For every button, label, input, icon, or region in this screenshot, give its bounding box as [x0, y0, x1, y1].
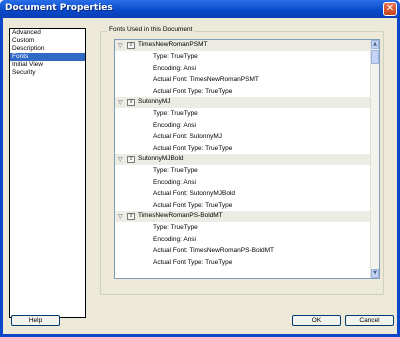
truetype-font-icon: T: [127, 99, 135, 106]
ok-button[interactable]: OK: [292, 315, 341, 326]
title-bar[interactable]: Document Properties ✕: [0, 0, 400, 18]
font-node[interactable]: ▽ T TimesNewRomanPS-BoldMT: [115, 211, 371, 222]
vertical-scrollbar[interactable]: ▲ ▼: [370, 40, 379, 278]
actual-font: Actual Font: TimesNewRomanPS-BoldMT: [153, 247, 275, 254]
actual-font: Actual Font: SutonnyMJBold: [153, 190, 236, 197]
help-button[interactable]: Help: [11, 315, 60, 326]
font-encoding: Encoding: Ansi: [153, 64, 197, 72]
scroll-up-button[interactable]: ▲: [371, 40, 379, 49]
scroll-thumb[interactable]: [371, 50, 379, 64]
truetype-font-icon: T: [127, 156, 135, 163]
chevron-down-icon[interactable]: ▽: [118, 99, 123, 106]
close-icon: ✕: [385, 3, 395, 14]
close-button[interactable]: ✕: [383, 2, 397, 16]
actual-font: Actual Font: SutonnyMJ: [153, 133, 223, 140]
font-type: Type: TrueType: [153, 53, 198, 60]
font-node[interactable]: ▽ T TimesNewRomanPSMT: [115, 40, 371, 51]
category-item-security[interactable]: Security: [10, 69, 85, 77]
category-item-fonts[interactable]: Fonts: [10, 53, 85, 61]
cancel-button[interactable]: Cancel: [345, 315, 394, 326]
category-item-advanced[interactable]: Advanced: [10, 29, 85, 37]
dialog-body: Advanced Custom Description Fonts Initia…: [3, 18, 397, 334]
truetype-font-icon: T: [127, 42, 135, 49]
actual-font-type: Actual Font Type: TrueType: [153, 87, 233, 95]
window-title: Document Properties: [5, 3, 113, 13]
chevron-down-icon[interactable]: ▽: [118, 213, 123, 220]
actual-font-type: Actual Font Type: TrueType: [153, 258, 233, 266]
font-type: Type: TrueType: [153, 110, 198, 117]
category-item-custom[interactable]: Custom: [10, 37, 85, 45]
actual-font-type: Actual Font Type: TrueType: [153, 201, 233, 209]
font-node[interactable]: ▽ T SutonnyMJ: [115, 97, 371, 108]
fonts-tree[interactable]: ▽ T TimesNewRomanPSMT Type: TrueType Enc…: [114, 39, 380, 279]
font-type: Type: TrueType: [153, 224, 198, 231]
font-encoding: Encoding: Ansi: [153, 235, 197, 243]
font-encoding: Encoding: Ansi: [153, 178, 197, 186]
document-properties-window: Document Properties ✕ Advanced Custom De…: [0, 0, 400, 337]
font-name: TimesNewRomanPSMT: [138, 41, 208, 48]
font-node[interactable]: ▽ T SutonnyMJBold: [115, 154, 371, 165]
font-name: SutonnyMJ: [138, 98, 171, 105]
font-name: TimesNewRomanPS-BoldMT: [138, 212, 223, 219]
font-encoding: Encoding: Ansi: [153, 121, 197, 129]
chevron-down-icon[interactable]: ▽: [118, 42, 123, 49]
category-list[interactable]: Advanced Custom Description Fonts Initia…: [9, 28, 86, 318]
font-name: SutonnyMJBold: [138, 155, 184, 162]
truetype-font-icon: T: [127, 213, 135, 220]
scroll-down-button[interactable]: ▼: [371, 269, 379, 278]
font-type: Type: TrueType: [153, 167, 198, 174]
chevron-down-icon[interactable]: ▽: [118, 156, 123, 163]
category-item-initial-view[interactable]: Initial View: [10, 61, 85, 69]
category-item-description[interactable]: Description: [10, 45, 85, 53]
actual-font: Actual Font: TimesNewRomanPSMT: [153, 76, 259, 83]
fonts-group-label: Fonts Used in this Document: [107, 26, 195, 33]
actual-font-type: Actual Font Type: TrueType: [153, 144, 233, 152]
